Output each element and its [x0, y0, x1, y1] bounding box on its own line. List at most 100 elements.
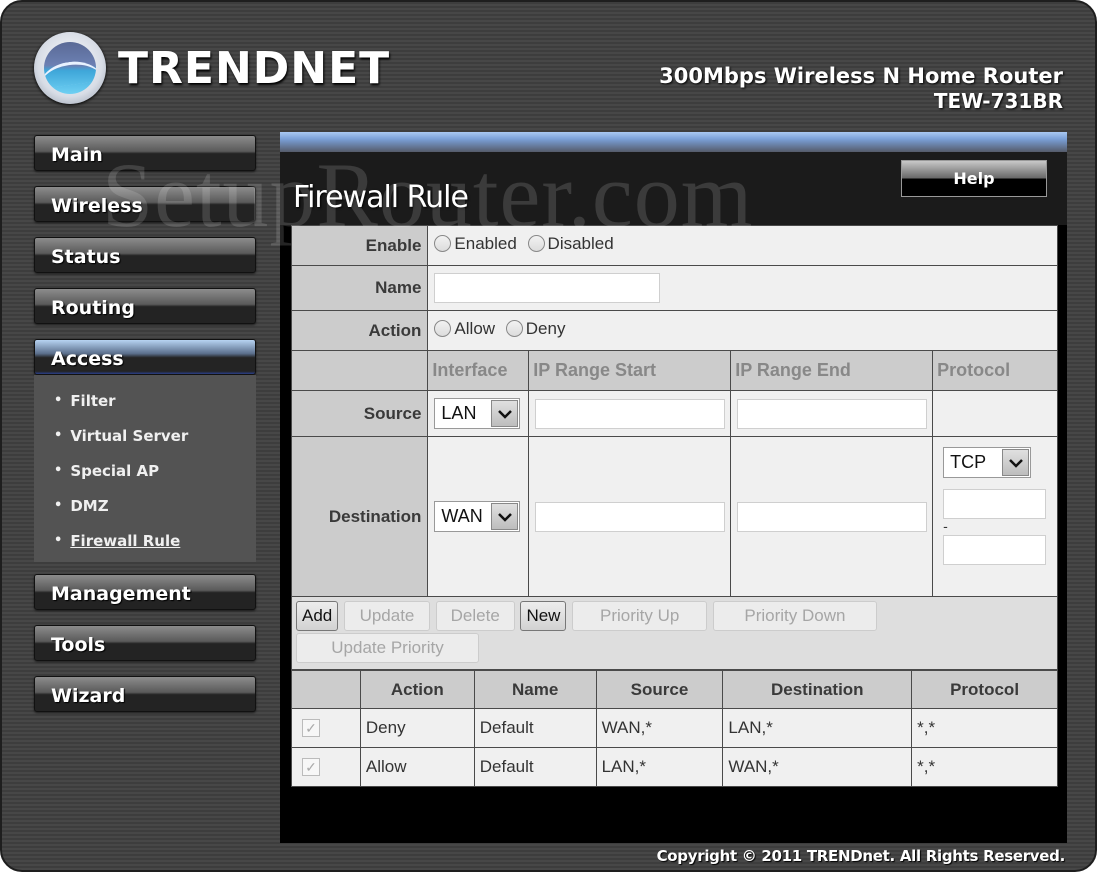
sidebar-nav: Main Wireless Status Routing Access • Fil…: [34, 135, 256, 727]
trendnet-logo: TRENDnet: [34, 32, 390, 104]
protocol-column-header: Protocol: [911, 670, 1058, 709]
table-row: ✓ Allow Default LAN,* WAN,* *,*: [291, 747, 1058, 787]
rule-action: Allow: [359, 747, 475, 787]
sidebar-item-status[interactable]: Status: [34, 237, 256, 273]
new-button[interactable]: New: [520, 601, 567, 631]
help-button[interactable]: Help: [901, 160, 1047, 197]
access-submenu: • Filter • Virtual Server • Special AP • DMZ…: [34, 375, 256, 562]
destination-ip-start-input[interactable]: [535, 501, 726, 532]
source-label: Source: [290, 390, 429, 437]
rule-name: Default: [473, 747, 597, 787]
port-end-input[interactable]: [943, 535, 1047, 565]
sidebar-item-management[interactable]: Management: [34, 574, 256, 610]
submenu-item-virtual-server[interactable]: • Virtual Server: [34, 418, 256, 453]
delete-button[interactable]: Delete: [435, 601, 515, 631]
rule-checkbox[interactable]: ✓: [302, 719, 320, 737]
deny-radio[interactable]: Deny: [505, 319, 565, 339]
action-column-header: Action: [359, 670, 475, 709]
allow-radio[interactable]: Allow: [434, 319, 495, 339]
rule-protocol: *,*: [911, 747, 1058, 787]
sidebar-item-wireless[interactable]: Wireless: [34, 186, 256, 222]
priority-up-button[interactable]: Priority Up: [572, 601, 708, 631]
router-admin-frame: TRENDnet 300Mbps Wireless N Home Router …: [0, 0, 1097, 872]
chevron-down-icon: [491, 503, 519, 530]
action-label: Action: [290, 310, 429, 351]
protocol-select[interactable]: TCP: [943, 447, 1032, 478]
rule-name-input[interactable]: [434, 273, 661, 303]
table-header-row: Action Name Source Destination Protocol: [291, 670, 1058, 709]
sidebar-item-tools[interactable]: Tools: [34, 625, 256, 661]
submenu-item-firewall-rule[interactable]: • Firewall Rule: [34, 523, 256, 558]
rule-source: WAN,*: [595, 708, 724, 748]
rule-protocol: *,*: [911, 708, 1058, 748]
enable-label: Enable: [290, 225, 429, 266]
sidebar-item-routing[interactable]: Routing: [34, 288, 256, 324]
product-line: 300Mbps Wireless N Home Router: [659, 64, 1063, 88]
name-label: Name: [290, 265, 429, 311]
bullet-icon: •: [54, 498, 63, 513]
port-range-separator: -: [943, 518, 948, 534]
bullet-icon: •: [54, 463, 63, 478]
add-button[interactable]: Add: [296, 601, 339, 631]
content-panel: Firewall Rule Help Enable Enabled Disabl…: [280, 132, 1067, 843]
logo-text: TRENDnet: [118, 42, 391, 94]
radio-icon: [505, 320, 523, 338]
rule-destination: LAN,*: [722, 708, 913, 748]
chevron-down-icon: [491, 400, 519, 427]
bullet-icon: •: [54, 393, 63, 408]
content-topbar: [280, 132, 1067, 152]
rule-source: LAN,*: [595, 747, 724, 787]
submenu-item-dmz[interactable]: • DMZ: [34, 488, 256, 523]
rule-destination: WAN,*: [722, 747, 913, 787]
page-title: Firewall Rule: [293, 180, 469, 215]
submenu-item-filter[interactable]: • Filter: [34, 383, 256, 418]
rule-checkbox[interactable]: ✓: [302, 758, 320, 776]
source-column-header: Source: [595, 670, 724, 709]
logo-globe-icon: [34, 32, 106, 104]
chevron-down-icon: [1002, 449, 1030, 476]
source-ip-end-input[interactable]: [737, 398, 928, 429]
title-area: Firewall Rule Help: [280, 152, 1067, 225]
radio-icon: [434, 235, 452, 253]
radio-icon: [527, 235, 545, 253]
destination-ip-end-input[interactable]: [737, 501, 928, 532]
protocol-header: Protocol: [932, 350, 1058, 391]
rule-name: Default: [473, 708, 597, 748]
firewall-rule-form: Enable Enabled Disabled Name Action Allo…: [290, 225, 1058, 670]
rule-action: Deny: [359, 708, 475, 748]
table-row: ✓ Deny Default WAN,* LAN,* *,*: [291, 708, 1058, 748]
product-info: 300Mbps Wireless N Home Router TEW-731BR: [659, 64, 1063, 113]
disabled-radio[interactable]: Disabled: [527, 234, 614, 254]
copyright-footer: Copyright © 2011 TRENDnet. All Rights Re…: [656, 847, 1066, 865]
destination-label: Destination: [290, 436, 429, 597]
interface-header: Interface: [427, 350, 530, 391]
bullet-icon: •: [54, 428, 63, 443]
name-row: Name: [290, 265, 1058, 311]
firewall-rules-table: Action Name Source Destination Protocol …: [291, 670, 1058, 787]
enabled-radio[interactable]: Enabled: [434, 234, 517, 254]
sidebar-item-main[interactable]: Main: [34, 135, 256, 171]
column-header-row: Interface IP Range Start IP Range End Pr…: [290, 350, 1058, 391]
update-priority-button[interactable]: Update Priority: [296, 633, 479, 663]
action-row: Action Allow Deny: [290, 310, 1058, 351]
enable-row: Enable Enabled Disabled: [290, 225, 1058, 266]
priority-down-button[interactable]: Priority Down: [712, 601, 877, 631]
port-start-input[interactable]: [943, 489, 1047, 519]
source-interface-select[interactable]: LAN: [434, 398, 521, 429]
model-number: TEW-731BR: [933, 89, 1063, 113]
destination-interface-select[interactable]: WAN: [434, 501, 521, 532]
name-column-header: Name: [473, 670, 597, 709]
update-button[interactable]: Update: [343, 601, 430, 631]
source-ip-start-input[interactable]: [535, 398, 726, 429]
sidebar-item-wizard[interactable]: Wizard: [34, 676, 256, 712]
radio-icon: [434, 320, 452, 338]
bullet-icon: •: [54, 533, 63, 548]
submenu-item-special-ap[interactable]: • Special AP: [34, 453, 256, 488]
source-row: Source LAN: [290, 390, 1058, 437]
action-buttons-row: Add Update Delete New Priority Up Priori…: [291, 596, 1058, 670]
sidebar-item-access[interactable]: Access: [34, 339, 256, 375]
ip-range-start-header: IP Range Start: [528, 350, 732, 391]
ip-range-end-header: IP Range End: [730, 350, 934, 391]
destination-column-header: Destination: [722, 670, 913, 709]
select-column-header: [291, 670, 361, 709]
